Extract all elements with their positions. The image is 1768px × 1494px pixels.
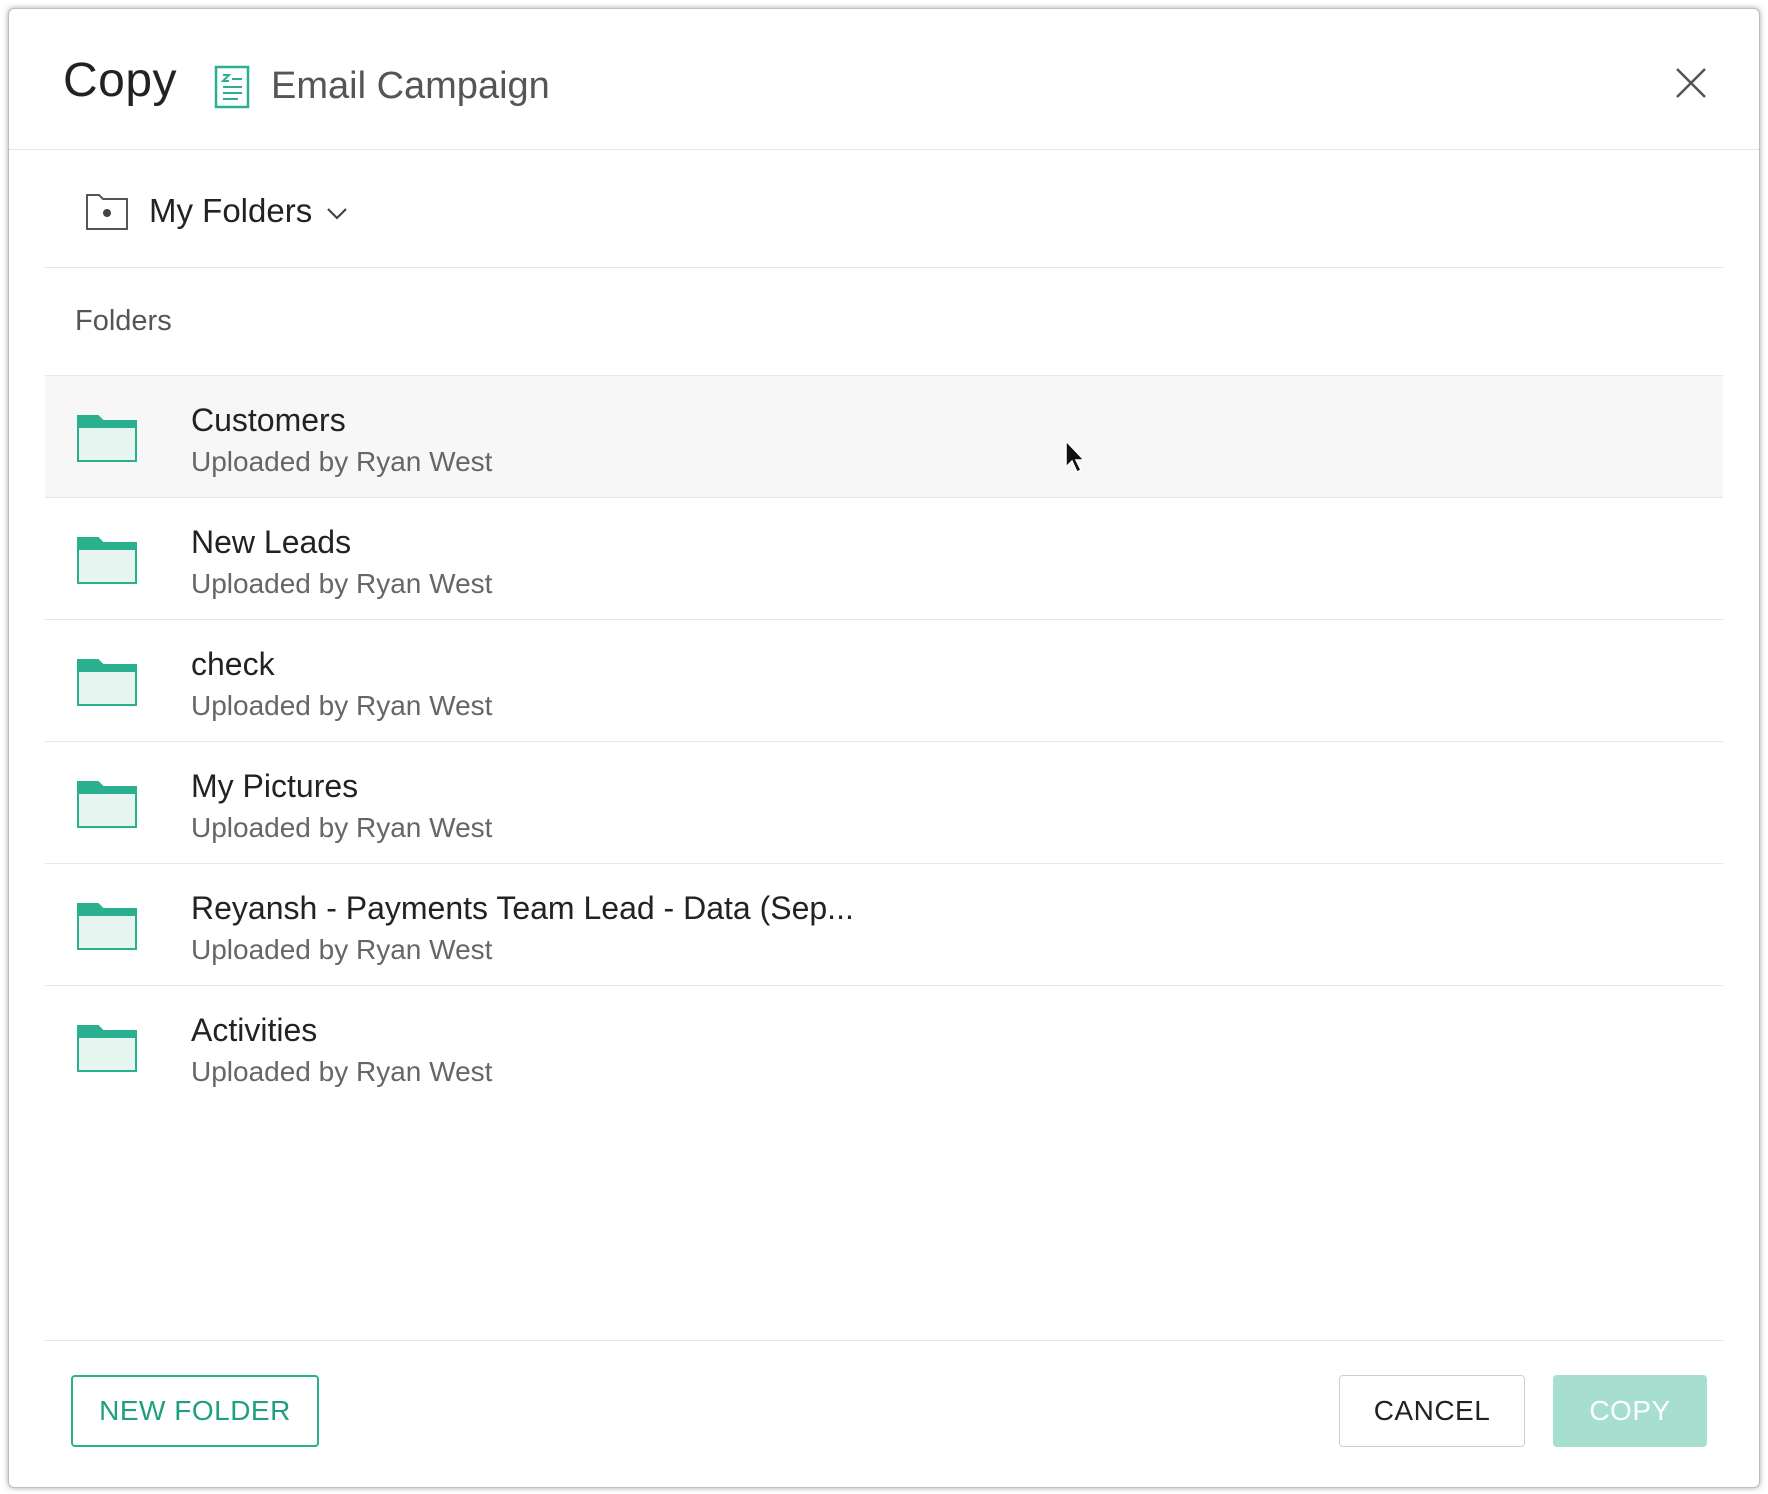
folder-icon: [77, 780, 137, 828]
folder-name: check: [191, 646, 275, 682]
folder-meta: Uploaded by Ryan West: [191, 690, 493, 721]
close-icon[interactable]: [1673, 65, 1709, 101]
folder-row[interactable]: Reyansh - Payments Team Lead - Data (Sep…: [45, 864, 1723, 986]
location-selector-bar: My Folders: [45, 149, 1723, 268]
item-name: Email Campaign: [271, 65, 550, 107]
cancel-button[interactable]: CANCEL: [1339, 1375, 1525, 1447]
folder-icon: [77, 1024, 137, 1072]
folder-meta: Uploaded by Ryan West: [191, 812, 493, 843]
folder-name: New Leads: [191, 524, 352, 560]
folder-row[interactable]: Customers Uploaded by Ryan West: [45, 376, 1723, 498]
folder-name: Activities: [191, 1012, 318, 1048]
folder-icon: [77, 658, 137, 706]
folder-icon: [77, 536, 137, 584]
folder-row[interactable]: Activities Uploaded by Ryan West: [45, 986, 1723, 1107]
folder-icon: [77, 902, 137, 950]
folder-name: Reyansh - Payments Team Lead - Data (Sep…: [191, 890, 854, 926]
folder-row[interactable]: New Leads Uploaded by Ryan West: [45, 498, 1723, 620]
folder-meta: Uploaded by Ryan West: [191, 568, 493, 599]
location-label: My Folders: [149, 192, 313, 229]
dialog-footer: NEW FOLDER CANCEL COPY: [45, 1340, 1723, 1487]
copy-dialog: Copy Email Campaign My Folders Folders C…: [8, 8, 1760, 1488]
folder-list: Customers Uploaded by Ryan West New Lead…: [45, 375, 1723, 1107]
folder-root-icon: [85, 191, 129, 231]
section-label: Folders: [75, 305, 172, 337]
chevron-down-icon: [326, 207, 348, 221]
folder-icon: [77, 414, 137, 462]
new-folder-button[interactable]: NEW FOLDER: [71, 1375, 319, 1447]
folder-meta: Uploaded by Ryan West: [191, 1056, 493, 1087]
mouse-cursor-icon: [1064, 439, 1088, 475]
location-dropdown[interactable]: My Folders: [85, 189, 348, 233]
folder-meta: Uploaded by Ryan West: [191, 446, 493, 477]
folder-row[interactable]: check Uploaded by Ryan West: [45, 620, 1723, 742]
copy-button[interactable]: COPY: [1553, 1375, 1707, 1447]
dialog-header: Copy Email Campaign: [9, 9, 1759, 150]
document-icon: [214, 65, 250, 109]
dialog-title: Copy: [63, 54, 178, 107]
folder-name: My Pictures: [191, 768, 359, 804]
folder-name: Customers: [191, 402, 346, 438]
folder-row[interactable]: My Pictures Uploaded by Ryan West: [45, 742, 1723, 864]
folder-meta: Uploaded by Ryan West: [191, 934, 493, 965]
